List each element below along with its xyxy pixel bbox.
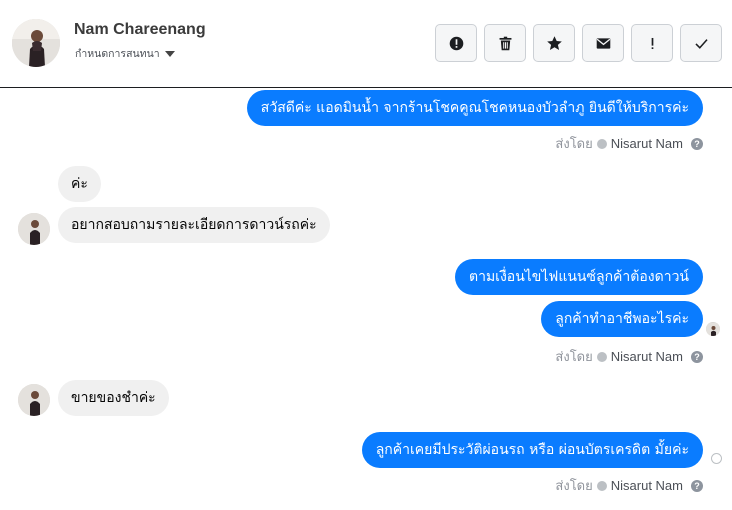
delete-button[interactable] [484, 24, 526, 62]
sent-by-label: ส่งโดย [555, 349, 593, 364]
seen-avatar [706, 322, 720, 336]
help-icon[interactable]: ? [691, 137, 703, 150]
outgoing-message[interactable]: ตามเงื่อนไขไฟแนนซ์ลูกค้าต้องดาวน์ [454, 259, 703, 295]
help-icon[interactable]: ? [691, 479, 703, 492]
message-row: อยากสอบถามรายละเอียดการดาวน์รถค่ะ [58, 207, 330, 243]
done-button[interactable] [680, 24, 722, 62]
conversation-toolbar [435, 24, 722, 62]
contact-name[interactable]: Nam Chareenang [74, 21, 206, 39]
conversation-label-dropdown[interactable]: กำหนดการสนทนา [75, 45, 175, 62]
incoming-message[interactable]: ขายของชำค่ะ [58, 380, 169, 416]
message-row: ลูกค้าเคยมีประวัติผ่อนรถ หรือ ผ่อนบัตรเค… [361, 432, 703, 468]
outgoing-message[interactable]: ลูกค้าทำอาชีพอะไรค่ะ [541, 301, 703, 337]
spam-button[interactable] [435, 24, 477, 62]
sent-status-icon [711, 453, 722, 464]
sender-name: Nisarut Nam [610, 136, 683, 151]
contact-message-avatar[interactable] [18, 213, 50, 245]
exclamation-icon [651, 37, 653, 49]
message-row: สวัสดีค่ะ แอดมินน้ำ จากร้านโชคคูณโชคหนอง… [246, 90, 703, 126]
sent-by-info: ส่งโดย Nisarut Nam ? [555, 133, 703, 154]
incoming-message[interactable]: ค่ะ [58, 166, 101, 202]
star-icon [546, 35, 562, 50]
contact-message-avatar[interactable] [18, 384, 50, 416]
outgoing-message[interactable]: สวัสดีค่ะ แอดมินน้ำ จากร้านโชคคูณโชคหนอง… [246, 90, 703, 126]
sent-by-info: ส่งโดย Nisarut Nam ? [555, 346, 703, 367]
message-row: ขายของชำค่ะ [58, 380, 169, 416]
caret-down-icon [164, 50, 175, 57]
envelope-icon [596, 37, 610, 49]
follow-up-button[interactable] [631, 24, 673, 62]
sender-name: Nisarut Nam [610, 349, 683, 364]
contact-avatar[interactable] [12, 19, 60, 67]
message-row: ค่ะ [58, 166, 101, 202]
message-row: ลูกค้าทำอาชีพอะไรค่ะ [541, 301, 703, 337]
alert-circle-icon [449, 36, 463, 50]
checkmark-icon [694, 38, 708, 49]
sent-check-icon [596, 138, 607, 149]
help-icon[interactable]: ? [691, 350, 703, 363]
trash-icon [499, 36, 511, 50]
sent-by-info: ส่งโดย Nisarut Nam ? [555, 475, 703, 496]
sent-by-label: ส่งโดย [555, 478, 593, 493]
conversation-header: Nam Chareenang กำหนดการสนทนา [0, 0, 732, 88]
conversation-label: กำหนดการสนทนา [75, 48, 160, 60]
sent-by-label: ส่งโดย [555, 136, 593, 151]
star-button[interactable] [533, 24, 575, 62]
message-row: ตามเงื่อนไขไฟแนนซ์ลูกค้าต้องดาวน์ [454, 259, 703, 295]
outgoing-message[interactable]: ลูกค้าเคยมีประวัติผ่อนรถ หรือ ผ่อนบัตรเค… [361, 432, 703, 468]
mark-unread-button[interactable] [582, 24, 624, 62]
sent-check-icon [596, 480, 607, 491]
sender-name: Nisarut Nam [610, 478, 683, 493]
incoming-message[interactable]: อยากสอบถามรายละเอียดการดาวน์รถค่ะ [58, 207, 330, 243]
sent-check-icon [596, 351, 607, 362]
